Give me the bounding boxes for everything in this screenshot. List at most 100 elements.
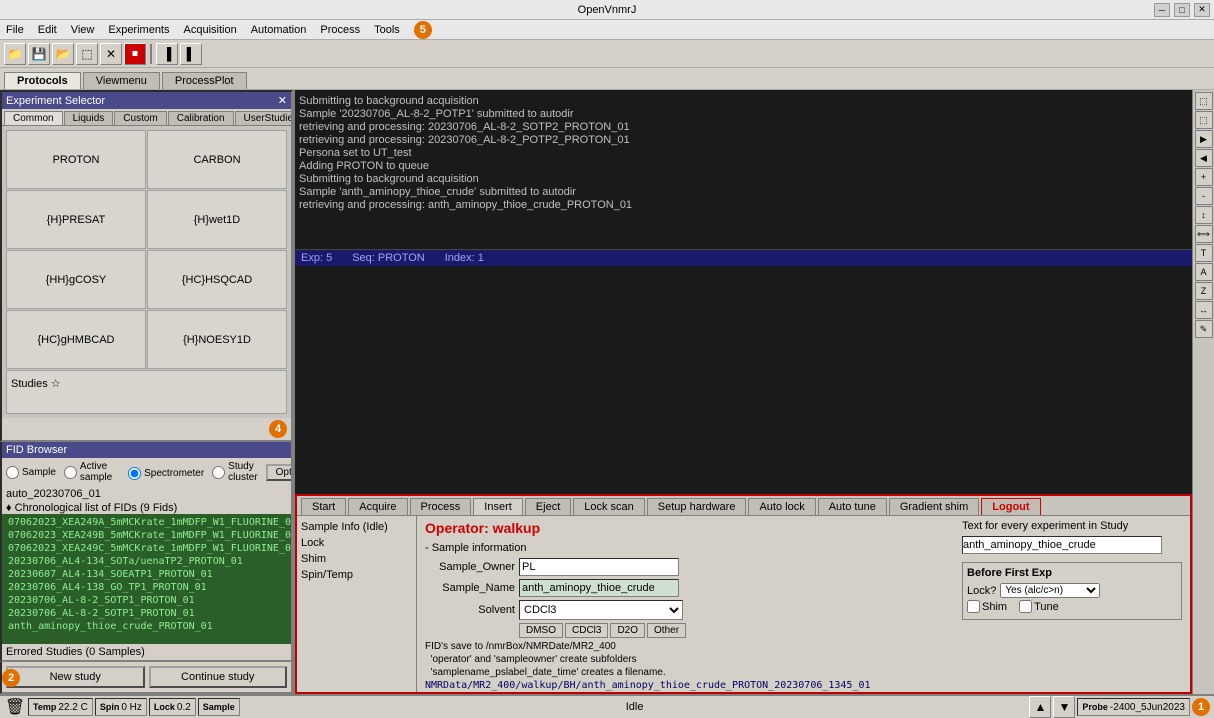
radio-cluster-input[interactable]	[212, 466, 225, 479]
sidebar-icon-zoom-out[interactable]: -	[1195, 187, 1213, 205]
exp-tab-calibration[interactable]: Calibration	[168, 111, 234, 125]
close-button[interactable]: ✕	[1194, 3, 1210, 17]
exp-hcghmbcad[interactable]: {HC}gHMBCAD	[6, 310, 146, 369]
menu-file[interactable]: File	[2, 23, 28, 37]
expand-btn-2[interactable]: ▼	[1053, 696, 1075, 718]
sidebar-icon-4[interactable]: ◀	[1195, 149, 1213, 167]
toolbar-btn-6[interactable]: ▌	[180, 43, 202, 65]
sidebar-icon-arrow[interactable]: ↔	[1195, 301, 1213, 319]
text-experiment-input[interactable]	[962, 536, 1162, 554]
ctrl-tab-autolock[interactable]: Auto lock	[748, 498, 815, 515]
toolbar-btn-4[interactable]: ⬚	[76, 43, 98, 65]
sidebar-icon-zoom-in[interactable]: +	[1195, 168, 1213, 186]
exp-hwet1d[interactable]: {H}wet1D	[147, 190, 287, 249]
toolbar-btn-1[interactable]: 📁	[4, 43, 26, 65]
tab-processplot[interactable]: ProcessPlot	[162, 72, 247, 89]
sample-name-input[interactable]	[519, 579, 679, 597]
exp-hchsqcad[interactable]: {HC}HSQCAD	[147, 250, 287, 309]
ctrl-tab-lockscan[interactable]: Lock scan	[573, 498, 645, 515]
ctrl-tab-autotune[interactable]: Auto tune	[818, 498, 887, 515]
exp-hpresat[interactable]: {H}PRESAT	[6, 190, 146, 249]
ctrl-tab-gradshim[interactable]: Gradient shim	[889, 498, 979, 515]
radio-spectrometer[interactable]: Spectrometer	[128, 467, 204, 480]
sidebar-icon-1[interactable]: ⬚	[1195, 92, 1213, 110]
exp-hnoesy1d[interactable]: {H}NOESY1D	[147, 310, 287, 369]
sidebar-icon-t[interactable]: T	[1195, 244, 1213, 262]
tab-protocols[interactable]: Protocols	[4, 72, 81, 89]
exp-carbon[interactable]: CARBON	[147, 130, 287, 189]
sidebar-icon-2[interactable]: ⬚	[1195, 111, 1213, 129]
ctrl-tab-eject[interactable]: Eject	[525, 498, 571, 515]
sidebar-icon-expand[interactable]: ⟺	[1195, 225, 1213, 243]
ctrl-tab-setup[interactable]: Setup hardware	[647, 498, 747, 515]
radio-sample[interactable]: Sample	[6, 466, 56, 479]
tab-viewmenu[interactable]: Viewmenu	[83, 72, 160, 89]
exp-selector-close-icon[interactable]: ✕	[278, 94, 287, 107]
options-button[interactable]: Options	[266, 464, 293, 481]
ctrl-tab-logout[interactable]: Logout	[981, 498, 1040, 515]
menu-view[interactable]: View	[67, 23, 99, 37]
ctrl-tab-insert[interactable]: Insert	[473, 498, 523, 515]
trash-icon[interactable]: 🗑	[4, 696, 26, 718]
fid-item[interactable]: 07062023_XEA249B_5mMCKrate_1mMDFP_W1_FLU…	[4, 529, 289, 542]
sidebar-icon-fit[interactable]: ↕	[1195, 206, 1213, 224]
exp-proton[interactable]: PROTON	[6, 130, 146, 189]
menu-tools[interactable]: Tools	[370, 23, 404, 37]
ctrl-tab-process[interactable]: Process	[410, 498, 472, 515]
fid-item[interactable]: 20230706_AL4-138_GO_TP1_PROTON_01	[4, 581, 289, 594]
toolbar-btn-close[interactable]: ✕	[100, 43, 122, 65]
radio-spec-input[interactable]	[128, 467, 141, 480]
exp-tab-userstudies[interactable]: UserStudies	[235, 111, 293, 125]
ctrl-tab-acquire[interactable]: Acquire	[348, 498, 407, 515]
solvent-other-btn[interactable]: Other	[647, 623, 686, 638]
radio-active-sample[interactable]: Active sample	[64, 461, 112, 483]
menu-process[interactable]: Process	[316, 23, 364, 37]
shim-checkbox[interactable]	[967, 600, 980, 613]
fid-browser-title: FID Browser	[6, 444, 67, 456]
menu-automation[interactable]: Automation	[247, 23, 311, 37]
fid-item[interactable]: 07062023_XEA249A_5mMCKrate_1mMDFP_W1_FLU…	[4, 516, 289, 529]
ctrl-tab-start[interactable]: Start	[301, 498, 346, 515]
toolbar-btn-5[interactable]: ▐	[156, 43, 178, 65]
fid-item[interactable]: 20230706_AL-8-2_SOTP1_PROTON_01	[4, 594, 289, 607]
lock-select[interactable]: Yes (alc/c>n) No	[1000, 583, 1100, 598]
solvent-select[interactable]: CDCl3 DMSO D2O Other	[519, 600, 683, 620]
menu-experiments[interactable]: Experiments	[104, 23, 173, 37]
sidebar-icon-3[interactable]: ▶	[1195, 130, 1213, 148]
fid-item[interactable]: anth_aminopy_thioe_crude_PROTON_01	[4, 620, 289, 633]
solvent-cdcl3-btn[interactable]: CDCl3	[565, 623, 608, 638]
radio-study-cluster[interactable]: Study cluster	[212, 461, 257, 483]
new-study-button[interactable]: New study	[6, 666, 145, 688]
fid-item[interactable]: 20230607_AL4-134_SOEATP1_PROTON_01	[4, 568, 289, 581]
sample-owner-input[interactable]	[519, 558, 679, 576]
fid-item[interactable]: 20230706_AL4-134_SOTa/uenaTP2_PROTON_01	[4, 555, 289, 568]
solvent-d2o-btn[interactable]: D2O	[610, 623, 645, 638]
exp-tab-liquids[interactable]: Liquids	[64, 111, 114, 125]
solvent-dmso-btn[interactable]: DMSO	[519, 623, 563, 638]
toolbar-btn-2[interactable]: 💾	[28, 43, 50, 65]
exp-studies[interactable]: Studies ☆	[6, 370, 287, 414]
fid-item[interactable]: 07062023_XEA249C_5mMCKrate_1mMDFP_W1_FLU…	[4, 542, 289, 555]
exp-hhgcosy[interactable]: {HH}gCOSY	[6, 250, 146, 309]
toolbar-btn-stop[interactable]: ⏹	[124, 43, 146, 65]
sidebar-icon-z[interactable]: Z	[1195, 282, 1213, 300]
sidebar-icon-edit[interactable]: ✎	[1195, 320, 1213, 338]
tune-checkbox[interactable]	[1019, 600, 1032, 613]
menu-edit[interactable]: Edit	[34, 23, 61, 37]
output-log[interactable]: Submitting to background acquisition Sam…	[295, 90, 1192, 250]
exp-tab-common[interactable]: Common	[4, 111, 63, 125]
toolbar-btn-3[interactable]: 📂	[52, 43, 74, 65]
menu-acquisition[interactable]: Acquisition	[180, 23, 241, 37]
spin-value: 0 Hz	[121, 702, 142, 713]
expand-btn-1[interactable]: ▲	[1029, 696, 1051, 718]
exp-tab-custom[interactable]: Custom	[114, 111, 166, 125]
maximize-button[interactable]: □	[1174, 3, 1190, 17]
fid-item[interactable]: 20230706_AL-8-2_SOTP1_PROTON_01	[4, 607, 289, 620]
bottom-buttons: New study Continue study	[0, 662, 293, 694]
radio-active-input[interactable]	[64, 466, 77, 479]
continue-study-button[interactable]: Continue study	[149, 666, 288, 688]
sidebar-icon-a[interactable]: A	[1195, 263, 1213, 281]
fid-list[interactable]: 07062023_XEA249A_5mMCKrate_1mMDFP_W1_FLU…	[2, 514, 291, 644]
radio-sample-input[interactable]	[6, 466, 19, 479]
minimize-button[interactable]: ─	[1154, 3, 1170, 17]
